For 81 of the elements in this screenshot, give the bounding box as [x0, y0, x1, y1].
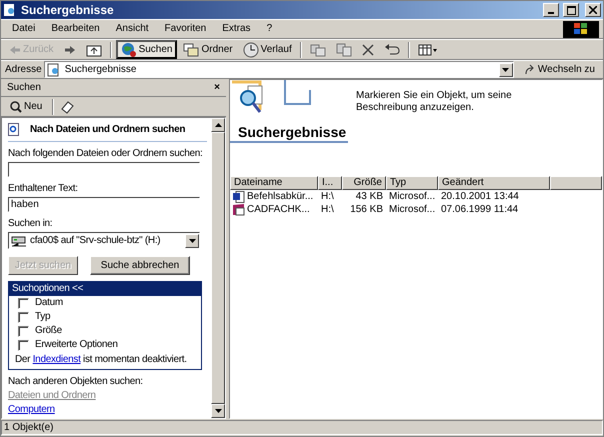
index-service-link[interactable]: Indexdienst [32, 354, 81, 365]
index-service-note: Der Indexdienst ist momentan deaktiviert. [14, 353, 188, 367]
scroll-down-icon [214, 409, 222, 413]
close-pane-button[interactable]: × [214, 82, 220, 94]
search-document-icon [8, 123, 20, 136]
search-button[interactable]: Suchen [116, 40, 178, 59]
checkbox[interactable] [18, 312, 29, 322]
text-field[interactable]: haben [8, 197, 200, 212]
menu-item[interactable]: Datei [5, 21, 42, 37]
field-label: Nach folgenden Dateien oder Ordnern suchen: [8, 148, 204, 160]
checkbox-label: Erweiterte Optionen [35, 339, 118, 351]
go-arrow-icon [524, 64, 536, 76]
table-cell: 20.10.2001 13:44 [441, 190, 519, 202]
search-options-header[interactable]: Suchoptionen << [9, 282, 201, 296]
column-header[interactable]: I... [318, 176, 342, 190]
results-title: Suchergebnisse [230, 124, 348, 143]
description-text: Markieren Sie ein Objekt, um seine Beschreibung anzuzeigen. [356, 90, 513, 115]
menu-item[interactable]: Bearbeiten [44, 21, 107, 37]
back-arrow-icon [9, 44, 21, 54]
menu-item[interactable]: ? [260, 21, 280, 37]
checkbox[interactable] [18, 340, 29, 350]
table-cell: Microsof... [389, 190, 436, 202]
checkbox[interactable] [18, 298, 29, 308]
close-icon [589, 6, 597, 14]
minimize-button[interactable] [543, 3, 559, 17]
column-header[interactable]: Typ [386, 176, 438, 190]
status-bar-text: 1 Objekt(e) [1, 420, 603, 435]
checkbox-label: Größe [35, 325, 62, 337]
eraser-icon[interactable] [60, 100, 74, 114]
table-cell: H:\ [321, 190, 334, 202]
windows-logo-icon [563, 20, 599, 38]
go-button[interactable]: Wechseln zu [520, 60, 599, 79]
folder-up-icon [86, 42, 102, 56]
section-heading: Nach Dateien und Ordnern suchen [30, 124, 186, 136]
table-cell: 156 KB [350, 204, 383, 216]
search-window-icon [3, 3, 17, 17]
history-button[interactable]: Verlauf [238, 40, 296, 59]
maximize-icon [566, 6, 576, 14]
column-header[interactable]: Dateiname [230, 176, 318, 190]
menu-item[interactable]: Favoriten [158, 21, 214, 37]
table-cell: 43 KB [356, 190, 383, 202]
table-cell[interactable]: CADFACHK... [247, 204, 310, 216]
search-link[interactable]: Computern [8, 404, 55, 416]
folders-button[interactable]: Ordner [179, 40, 237, 59]
menu-item[interactable]: Extras [215, 21, 258, 37]
table-cell: Microsof... [389, 204, 436, 216]
field-label: Suchen in: [8, 218, 54, 230]
history-icon [242, 42, 259, 58]
globe-search-icon [120, 42, 137, 58]
window-title: Suchergebnisse [21, 4, 115, 16]
address-label: Adresse [5, 64, 42, 76]
scrollbar[interactable] [211, 118, 225, 418]
close-button[interactable] [585, 3, 601, 17]
pane-title: Suchen [7, 82, 41, 94]
cancel-search-button[interactable]: Suche abbrechen [90, 256, 190, 275]
address-field[interactable]: Suchergebnisse [44, 61, 514, 78]
table-cell[interactable]: Befehlsabkür... [247, 190, 314, 202]
table-cell: H:\ [321, 204, 334, 216]
menu-item[interactable]: Ansicht [108, 21, 156, 37]
other-objects-label: Nach anderen Objekten suchen: [8, 376, 144, 388]
location-dropdown[interactable]: cfa00$ auf "Srv-schule-btz" (H:) [8, 232, 200, 249]
delete-icon [362, 44, 374, 56]
checkbox-label: Datum [35, 297, 63, 309]
scroll-up-icon [214, 123, 222, 127]
table-cell: 07.06.1999 11:44 [441, 204, 518, 216]
undo-icon [384, 44, 400, 56]
views-icon [418, 44, 438, 56]
new-search-icon [9, 100, 22, 113]
column-header[interactable]: Geändert [438, 176, 550, 190]
move-to-folder-icon [310, 42, 326, 56]
checkbox-label: Typ [35, 311, 50, 323]
search-page-icon [46, 62, 61, 76]
new-search-button[interactable]: Neu [5, 97, 46, 116]
copy-to-folder-icon [336, 42, 352, 56]
network-drive-icon [11, 234, 27, 246]
field-label: Enthaltener Text: [8, 183, 79, 195]
maximize-button[interactable] [563, 3, 579, 17]
column-header[interactable]: Größe [342, 176, 386, 190]
forward-arrow-icon [64, 44, 76, 54]
folders-icon [183, 42, 200, 56]
checkbox[interactable] [18, 326, 29, 336]
